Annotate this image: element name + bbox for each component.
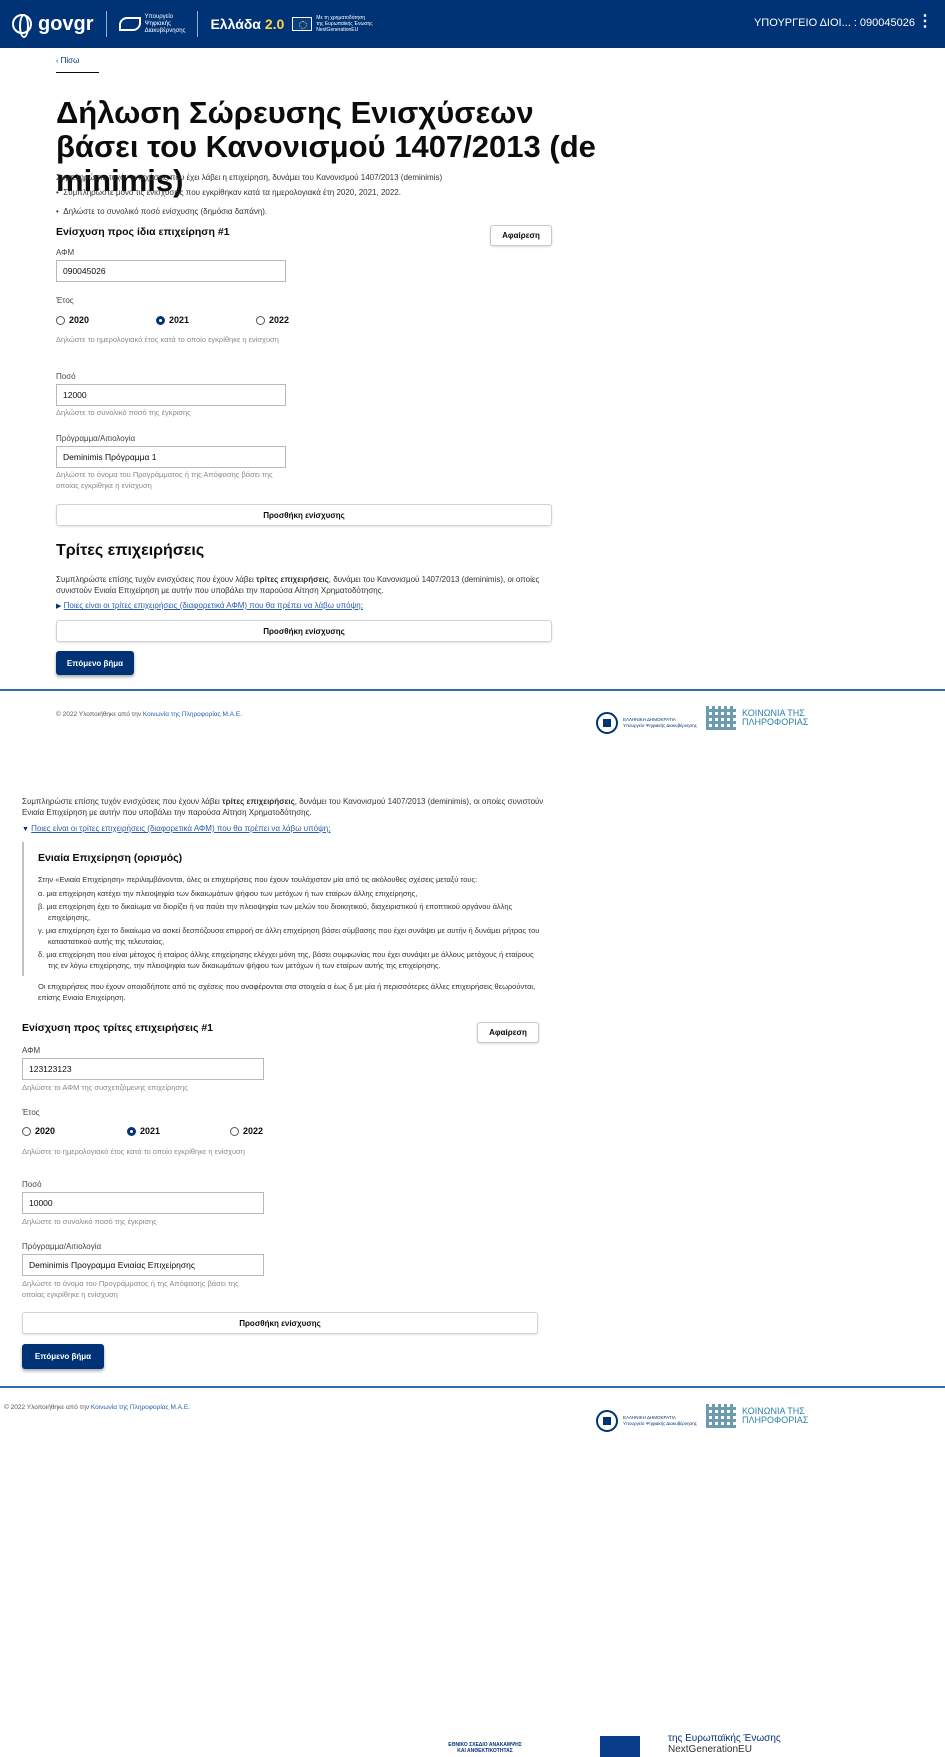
eu-flag-icon xyxy=(292,17,313,31)
third-amount-hint: Δηλώστε το συνολικό ποσό της έγκρισης xyxy=(22,1217,157,1226)
third-text: Συμπληρώστε επίσης τυχόν ενισχύσεις που … xyxy=(56,575,540,595)
third-year-label: Έτος xyxy=(22,1108,40,1117)
footer-text-2: © 2022 Υλοποιήθηκε από την Κοινωνία της … xyxy=(4,1404,190,1411)
year-hint: Δηλώστε το ημερολογιακό έτος κατά το οπο… xyxy=(56,335,279,344)
ministry-emblem-icon xyxy=(118,17,141,31)
ministry-logo: Υπουργείο Ψηφιακής Διακυβέρνησης xyxy=(118,14,185,35)
back-link[interactable]: ‹ Πίσω xyxy=(56,56,79,65)
intro-bullet-2: • Δηλώστε το συνολικό ποσό ενίσχυσης (δη… xyxy=(56,207,268,216)
govgr-logo[interactable]: govgr xyxy=(12,12,94,38)
intro-text: Συμπληρώστε τυχόν ενισχύσεις που έχει λά… xyxy=(56,173,443,182)
eu-nextgen-logo: της Ευρωπαϊκής Ένωσης NextGenerationEU xyxy=(668,1733,781,1755)
chevron-left-icon: ‹ xyxy=(56,58,59,65)
third-add-button[interactable]: Προσθήκη ενίσχυσης xyxy=(22,1312,538,1334)
third-afm-input[interactable]: 123123123 xyxy=(22,1058,264,1080)
own-aid-heading: Ενίσχυση προς ίδια επιχείρηση #1 xyxy=(56,226,230,238)
remove-button[interactable]: Αφαίρεση xyxy=(490,225,552,246)
definition-heading: Ενιαία Επιχείρηση (ορισμός) xyxy=(38,852,183,864)
definition-c: γ. μια επιχείρηση έχει το δικαίωμα να ασ… xyxy=(38,926,540,946)
kp-mark-icon xyxy=(706,1404,736,1428)
third-year-radio-2020[interactable]: 2020 xyxy=(22,1126,55,1136)
year-label: Έτος xyxy=(56,296,74,305)
add-aid-button[interactable]: Προσθήκη ενίσχυσης xyxy=(56,504,552,526)
hellenic-republic-logo: ΕΛΛΗΝΙΚΗ ΔΗΜΟΚΡΑΤΙΑ Υπουργείο Ψηφιακής Δι… xyxy=(596,712,697,734)
hellenic-republic-logo-2: ΕΛΛΗΝΙΚΗ ΔΗΜΟΚΡΑΤΙΑ Υπουργείο Ψηφιακής Δι… xyxy=(596,1410,697,1432)
footer-link[interactable]: Κοινωνία της Πληροφορίας Μ.Α.Ε. xyxy=(143,711,242,718)
third-text-2: Συμπληρώστε επίσης τυχόν ενισχύσεις που … xyxy=(22,797,544,817)
third-amount-label: Ποσό xyxy=(22,1180,42,1189)
third-amount-input[interactable]: 10000 xyxy=(22,1192,264,1214)
third-afm-hint: Δηλώστε το ΑΦΜ της συσχετιζόμενης επιχεί… xyxy=(22,1083,188,1092)
next-step-button[interactable]: Επόμενο βήμα xyxy=(56,651,134,675)
third-program-hint: Δηλώστε το όνομα του Προγράμματος ή της … xyxy=(22,1279,239,1299)
next-step-button-2[interactable]: Επόμενο βήμα xyxy=(22,1344,104,1369)
third-heading: Τρίτες επιχειρήσεις xyxy=(56,542,205,559)
definition-box: Ενιαία Επιχείρηση (ορισμός) Στην «Ενιαία… xyxy=(22,842,542,1002)
more-menu-icon[interactable]: ⋮ xyxy=(917,14,933,30)
eu-flag-icon xyxy=(600,1736,640,1757)
third-afm-label: ΑΦΜ xyxy=(22,1046,41,1055)
globe-icon xyxy=(12,14,32,38)
third-link[interactable]: ▶ Ποιες είναι οι τρίτες επιχειρήσεις (δι… xyxy=(56,601,363,610)
footer-link-2[interactable]: Κοινωνία της Πληροφορίας Μ.Α.Ε. xyxy=(91,1404,190,1411)
amount-label: Ποσό xyxy=(56,372,76,381)
footer-text: © 2022 Υλοποιήθηκε από την Κοινωνία της … xyxy=(56,711,242,718)
year-radio-2020[interactable]: 2020 xyxy=(56,315,89,325)
amount-hint: Δηλώστε το συνολικό ποσό της έγκρισης xyxy=(56,408,191,417)
program-label: Πρόγραμμα/Αιτιολογία xyxy=(56,434,136,443)
third-year-radio-2021[interactable]: 2021 xyxy=(127,1126,160,1136)
third-year-hint: Δηλώστε το ημερολογιακό έτος κατά το οπο… xyxy=(22,1147,245,1156)
rrf-logo: ΕΘΝΙΚΟ ΣΧΕΔΙΟ ΑΝΑΚΑΜΨΗΣ ΚΑΙ ΑΝΘΕΚΤΙΚΟΤΗΤΑ… xyxy=(448,1742,522,1754)
program-input[interactable]: Deminimis Πρόγραμμα 1 xyxy=(56,446,286,468)
third-add-aid-button[interactable]: Προσθήκη ενίσχυσης xyxy=(56,620,552,642)
definition-intro: Στην «Ενιαία Επιχείρηση» περιλαμβάνονται… xyxy=(38,875,478,884)
definition-d: δ. μια επιχείρηση που είναι μέτοχος ή ετ… xyxy=(38,950,534,970)
amount-input[interactable]: 12000 xyxy=(56,384,286,406)
back-label: Πίσω xyxy=(60,56,80,65)
kp-logo: ΚΟΙΝΩΝΙΑ ΤΗΣ ΠΛΗΡΟΦΟΡΙΑΣ xyxy=(706,706,808,730)
intro-bullet-1: • Συμπληρώστε μόνο τις ενισχύσεις που εγ… xyxy=(56,188,401,197)
third-aid-heading: Ενίσχυση προς τρίτες επιχειρήσεις #1 xyxy=(22,1022,214,1034)
triangle-right-icon: ▶ xyxy=(56,603,62,610)
definition-a: α. μια επιχείρηση κατέχει την πλειοψηφία… xyxy=(38,889,418,898)
year-radio-2022[interactable]: 2022 xyxy=(256,315,289,325)
program-hint: Δηλώστε το όνομα του Προγράμματος ή της … xyxy=(56,470,273,490)
eu-funding-logo: Με τη χρηματοδότηση της Ευρωπαϊκής Ένωσης… xyxy=(292,15,373,33)
kp-logo-2: ΚΟΙΝΩΝΙΑ ΤΗΣ ΠΛΗΡΟΦΟΡΙΑΣ xyxy=(706,1404,808,1428)
user-info[interactable]: ΥΠΟΥΡΓΕΙΟ ΔΙΟΙ... : 090045026 xyxy=(754,17,915,29)
top-header: govgr Υπουργείο Ψηφιακής Διακυβέρνησης Ελλ… xyxy=(0,0,945,48)
third-year-radio-2022[interactable]: 2022 xyxy=(230,1126,263,1136)
third-program-label: Πρόγραμμα/Αιτιολογία xyxy=(22,1242,102,1251)
govgr-text: govgr xyxy=(38,12,94,35)
third-remove-button[interactable]: Αφαίρεση xyxy=(477,1022,539,1043)
kp-mark-icon xyxy=(706,706,736,730)
afm-input[interactable]: 090045026 xyxy=(56,260,286,282)
third-program-input[interactable]: Deminimis Προγραμμα Ενιαίας Επιχείρησης xyxy=(22,1254,264,1276)
year-radio-2021[interactable]: 2021 xyxy=(156,315,189,325)
greek-emblem-icon xyxy=(596,1410,618,1432)
afm-label: ΑΦΜ xyxy=(56,248,75,257)
definition-b: β. μια επιχείρηση έχει το δικαίωμα να δι… xyxy=(38,902,513,922)
greece20-logo: Ελλάδα 2.0 xyxy=(210,16,285,32)
definition-outro: Οι επιχειρήσεις που έχουν οποιαδήποτε απ… xyxy=(38,982,536,1002)
triangle-down-icon: ▼ xyxy=(22,826,29,833)
greek-emblem-icon xyxy=(596,712,618,734)
third-link-expanded[interactable]: ▼ Ποιες είναι οι τρίτες επιχειρήσεις (δι… xyxy=(22,824,330,833)
